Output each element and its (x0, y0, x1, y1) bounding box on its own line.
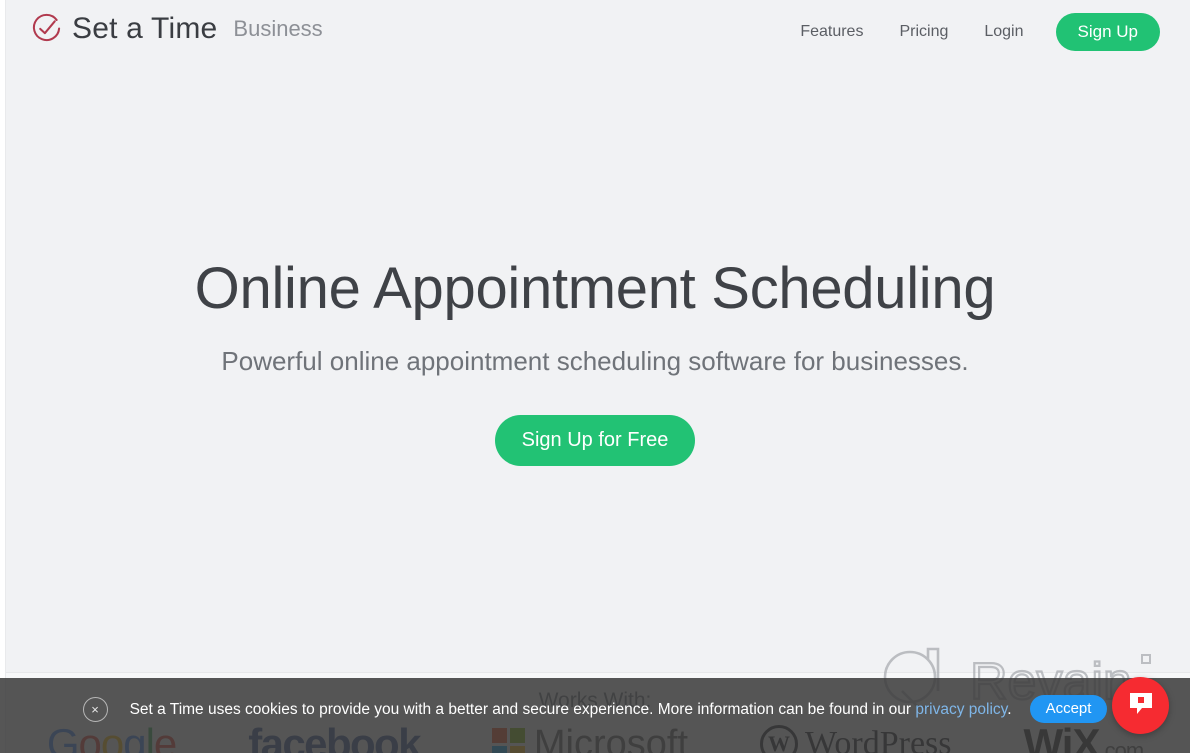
brand-suffix: Business (233, 16, 323, 41)
cookie-banner-text: Set a Time uses cookies to provide you w… (130, 697, 1012, 722)
brand-logo[interactable]: Set a Time Business (30, 12, 323, 45)
cookie-consent-banner: × Set a Time uses cookies to provide you… (0, 678, 1190, 753)
hero-section: Online Appointment Scheduling Powerful o… (0, 66, 1190, 672)
chat-widget-button[interactable] (1112, 677, 1169, 734)
cookie-text-before: Set a Time uses cookies to provide you w… (129, 700, 916, 718)
hero-subtitle: Powerful online appointment scheduling s… (221, 346, 969, 376)
page-root: Set a Time Business Features Pricing Log… (0, 0, 1190, 753)
nav-link-features[interactable]: Features (782, 13, 881, 51)
chat-bubble-icon (1127, 691, 1155, 720)
brand-name: Set a Time (72, 12, 218, 45)
hero-title: Online Appointment Scheduling (194, 256, 996, 321)
left-edge-gutter (0, 0, 6, 753)
accept-cookies-button[interactable]: Accept (1029, 695, 1108, 723)
circle-check-icon (30, 12, 63, 45)
nav-link-pricing[interactable]: Pricing (881, 13, 966, 51)
close-icon[interactable]: × (82, 696, 108, 722)
main-navigation: Features Pricing Login Sign Up (782, 13, 1160, 51)
site-header: Set a Time Business Features Pricing Log… (0, 0, 1190, 66)
cookie-text-after: . (1007, 700, 1012, 718)
nav-link-login[interactable]: Login (966, 13, 1041, 51)
privacy-policy-link[interactable]: privacy policy (915, 701, 1007, 718)
sign-up-button[interactable]: Sign Up (1055, 13, 1160, 51)
sign-up-for-free-button[interactable]: Sign Up for Free (495, 415, 695, 466)
